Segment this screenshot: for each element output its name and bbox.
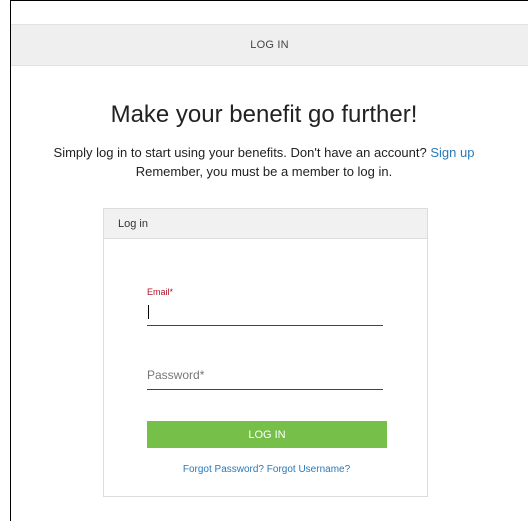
email-field[interactable] <box>147 301 383 326</box>
login-card-title: Log in <box>118 218 148 230</box>
forgot-username-link[interactable]: Forgot Username? <box>267 464 350 475</box>
intro-text: Simply log in to start using your benefi… <box>53 145 427 160</box>
intro-line: Simply log in to start using your benefi… <box>0 143 528 162</box>
password-field[interactable] <box>147 361 383 390</box>
login-card: Log in Email* LOG IN Forgot Password? Fo… <box>103 208 428 497</box>
header-title: LOG IN <box>250 39 289 51</box>
page-headline: Make your benefit go further! <box>110 101 418 128</box>
text-cursor <box>148 305 149 319</box>
login-button[interactable]: LOG IN <box>147 421 387 448</box>
forgot-links: Forgot Password? Forgot Username? <box>104 464 429 475</box>
header-bar: LOG IN <box>11 24 528 66</box>
signup-link[interactable]: Sign up <box>430 145 474 160</box>
intro-block: Simply log in to start using your benefi… <box>0 143 528 181</box>
login-card-header: Log in <box>104 209 427 239</box>
email-label: Email* <box>147 287 174 297</box>
forgot-password-link[interactable]: Forgot Password? <box>183 464 264 475</box>
reminder-text: Remember, you must be a member to log in… <box>135 164 393 179</box>
